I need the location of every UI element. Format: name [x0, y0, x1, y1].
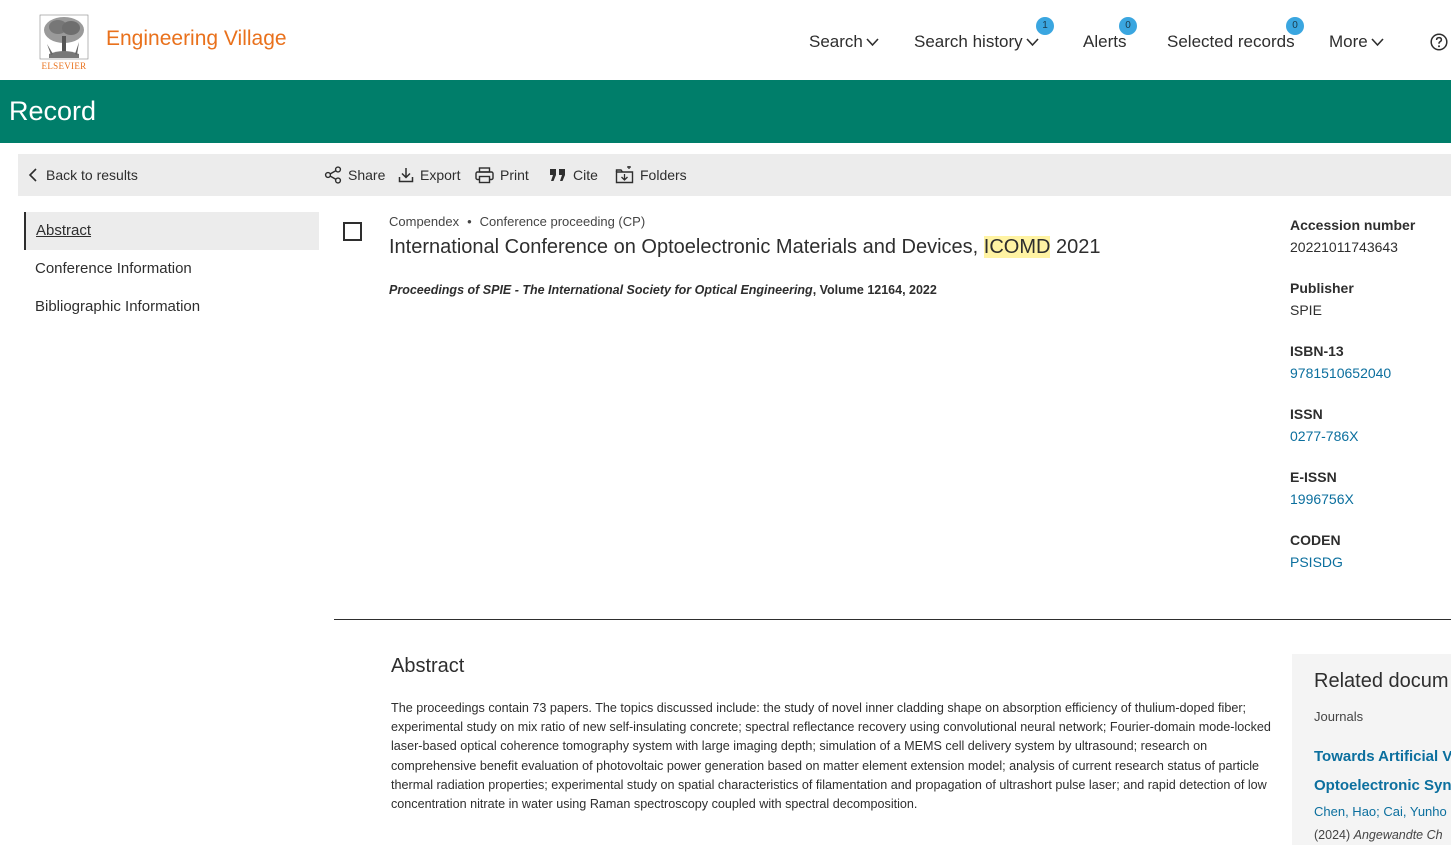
related-year: (2024): [1314, 828, 1351, 842]
elsevier-wordmark: ELSEVIER: [41, 61, 87, 71]
section-nav-bibliographic-information[interactable]: Bibliographic Information: [24, 288, 319, 326]
selected-records-count-badge: 0: [1286, 17, 1304, 35]
eissn-label: E-ISSN: [1290, 469, 1337, 485]
database-label: Compendex: [389, 214, 460, 229]
record-meta: Compendex • Conference proceeding (CP): [389, 214, 645, 229]
nav-search-label: Search: [809, 32, 863, 51]
download-icon: [398, 168, 414, 183]
abstract-heading: Abstract: [391, 655, 465, 677]
record-details-panel: Accession number 20221011743643 Publishe…: [1290, 214, 1451, 592]
abstract-text: The proceedings contain 73 papers. The t…: [391, 701, 1271, 812]
page-title: Record: [9, 96, 97, 126]
section-divider: [334, 619, 1451, 620]
record-title-highlight: ICOMD: [983, 236, 1051, 258]
export-label: Export: [420, 167, 461, 183]
folders-label: Folders: [640, 167, 687, 183]
nav-search-history[interactable]: Search history 1: [914, 17, 1054, 54]
related-title-line-2: Optoelectronic Syna: [1314, 777, 1451, 794]
share-icon: [324, 166, 342, 184]
related-citation: (2024) Angewandte Ch: [1314, 828, 1443, 842]
eissn-link[interactable]: 1996756X: [1290, 488, 1451, 510]
elsevier-logo[interactable]: ELSEVIER: [37, 14, 91, 72]
issn-label: ISSN: [1290, 406, 1323, 422]
top-header: ELSEVIER Engineering Village Search Sear…: [0, 0, 1451, 80]
source-volume-year: , Volume 12164, 2022: [812, 283, 937, 297]
nav-alerts[interactable]: Alerts 0: [1083, 17, 1137, 54]
folder-add-icon: [615, 165, 634, 184]
cite-button[interactable]: Cite: [549, 154, 598, 196]
nav-selected-records[interactable]: Selected records 0: [1167, 17, 1304, 54]
record-section-nav: Abstract Conference Information Bibliogr…: [24, 212, 319, 326]
nav-search-history-label: Search history: [914, 32, 1023, 51]
accession-number-value: 20221011743643: [1290, 239, 1398, 255]
accession-number-label: Accession number: [1290, 217, 1416, 233]
share-label: Share: [348, 167, 386, 183]
record-title-text: International Conference on Optoelectron…: [389, 236, 984, 258]
record-source: Proceedings of SPIE - The International …: [389, 283, 937, 297]
print-button[interactable]: Print: [475, 154, 529, 196]
chevron-left-icon: [28, 168, 37, 182]
isbn-label: ISBN-13: [1290, 343, 1344, 359]
coden-link[interactable]: PSISDG: [1290, 551, 1451, 573]
related-documents-panel: Related docum Journals Towards Artificia…: [1292, 654, 1451, 845]
record-title: International Conference on Optoelectron…: [389, 236, 1101, 259]
record-banner: Record: [0, 80, 1451, 143]
chevron-down-icon: [866, 38, 879, 47]
printer-icon: [475, 167, 494, 183]
search-history-count-badge: 1: [1036, 17, 1054, 35]
publisher-value: SPIE: [1290, 302, 1322, 318]
nav-more-label: More: [1329, 32, 1368, 51]
related-title-line-1: Towards Artificial V: [1314, 748, 1451, 765]
chevron-down-icon: [1026, 38, 1039, 47]
quote-icon: [550, 169, 565, 182]
source-title: Proceedings of SPIE - The International …: [389, 283, 813, 297]
engineering-village-brand[interactable]: Engineering Village: [106, 27, 287, 51]
folders-button[interactable]: Folders: [615, 154, 687, 196]
section-nav-abstract[interactable]: Abstract: [24, 212, 319, 250]
related-authors[interactable]: Chen, Hao; Cai, Yunho: [1314, 804, 1447, 819]
document-type-label: Conference proceeding (CP): [479, 214, 646, 229]
export-button[interactable]: Export: [398, 154, 460, 196]
section-nav-conference-information[interactable]: Conference Information: [24, 250, 319, 288]
related-document-title[interactable]: Towards Artificial V Optoelectronic Syna: [1314, 742, 1451, 800]
related-documents-heading: Related docum: [1314, 670, 1449, 692]
print-label: Print: [500, 167, 529, 183]
help-icon[interactable]: [1430, 33, 1448, 51]
back-to-results-link[interactable]: Back to results: [28, 154, 138, 196]
nav-selected-records-label: Selected records: [1167, 32, 1295, 51]
publisher-label: Publisher: [1290, 280, 1354, 296]
chevron-down-icon: [1371, 38, 1384, 47]
cite-label: Cite: [573, 167, 598, 183]
related-journal: Angewandte Ch: [1353, 828, 1443, 842]
nav-alerts-label: Alerts: [1083, 32, 1127, 51]
related-category: Journals: [1314, 709, 1364, 724]
select-record-checkbox[interactable]: [343, 222, 362, 241]
nav-more[interactable]: More: [1329, 30, 1384, 54]
share-button[interactable]: Share: [324, 154, 385, 196]
record-title-year: 2021: [1050, 236, 1101, 258]
nav-search[interactable]: Search: [809, 30, 879, 54]
isbn-link[interactable]: 9781510652040: [1290, 362, 1451, 384]
coden-label: CODEN: [1290, 532, 1341, 548]
meta-separator: •: [467, 214, 472, 229]
issn-link[interactable]: 0277-786X: [1290, 425, 1451, 447]
elsevier-tree-icon: [39, 14, 89, 60]
back-to-results-label: Back to results: [46, 167, 138, 183]
alerts-count-badge: 0: [1119, 17, 1137, 35]
record-toolbar: Back to results Share Export Print Cite …: [18, 154, 1451, 196]
